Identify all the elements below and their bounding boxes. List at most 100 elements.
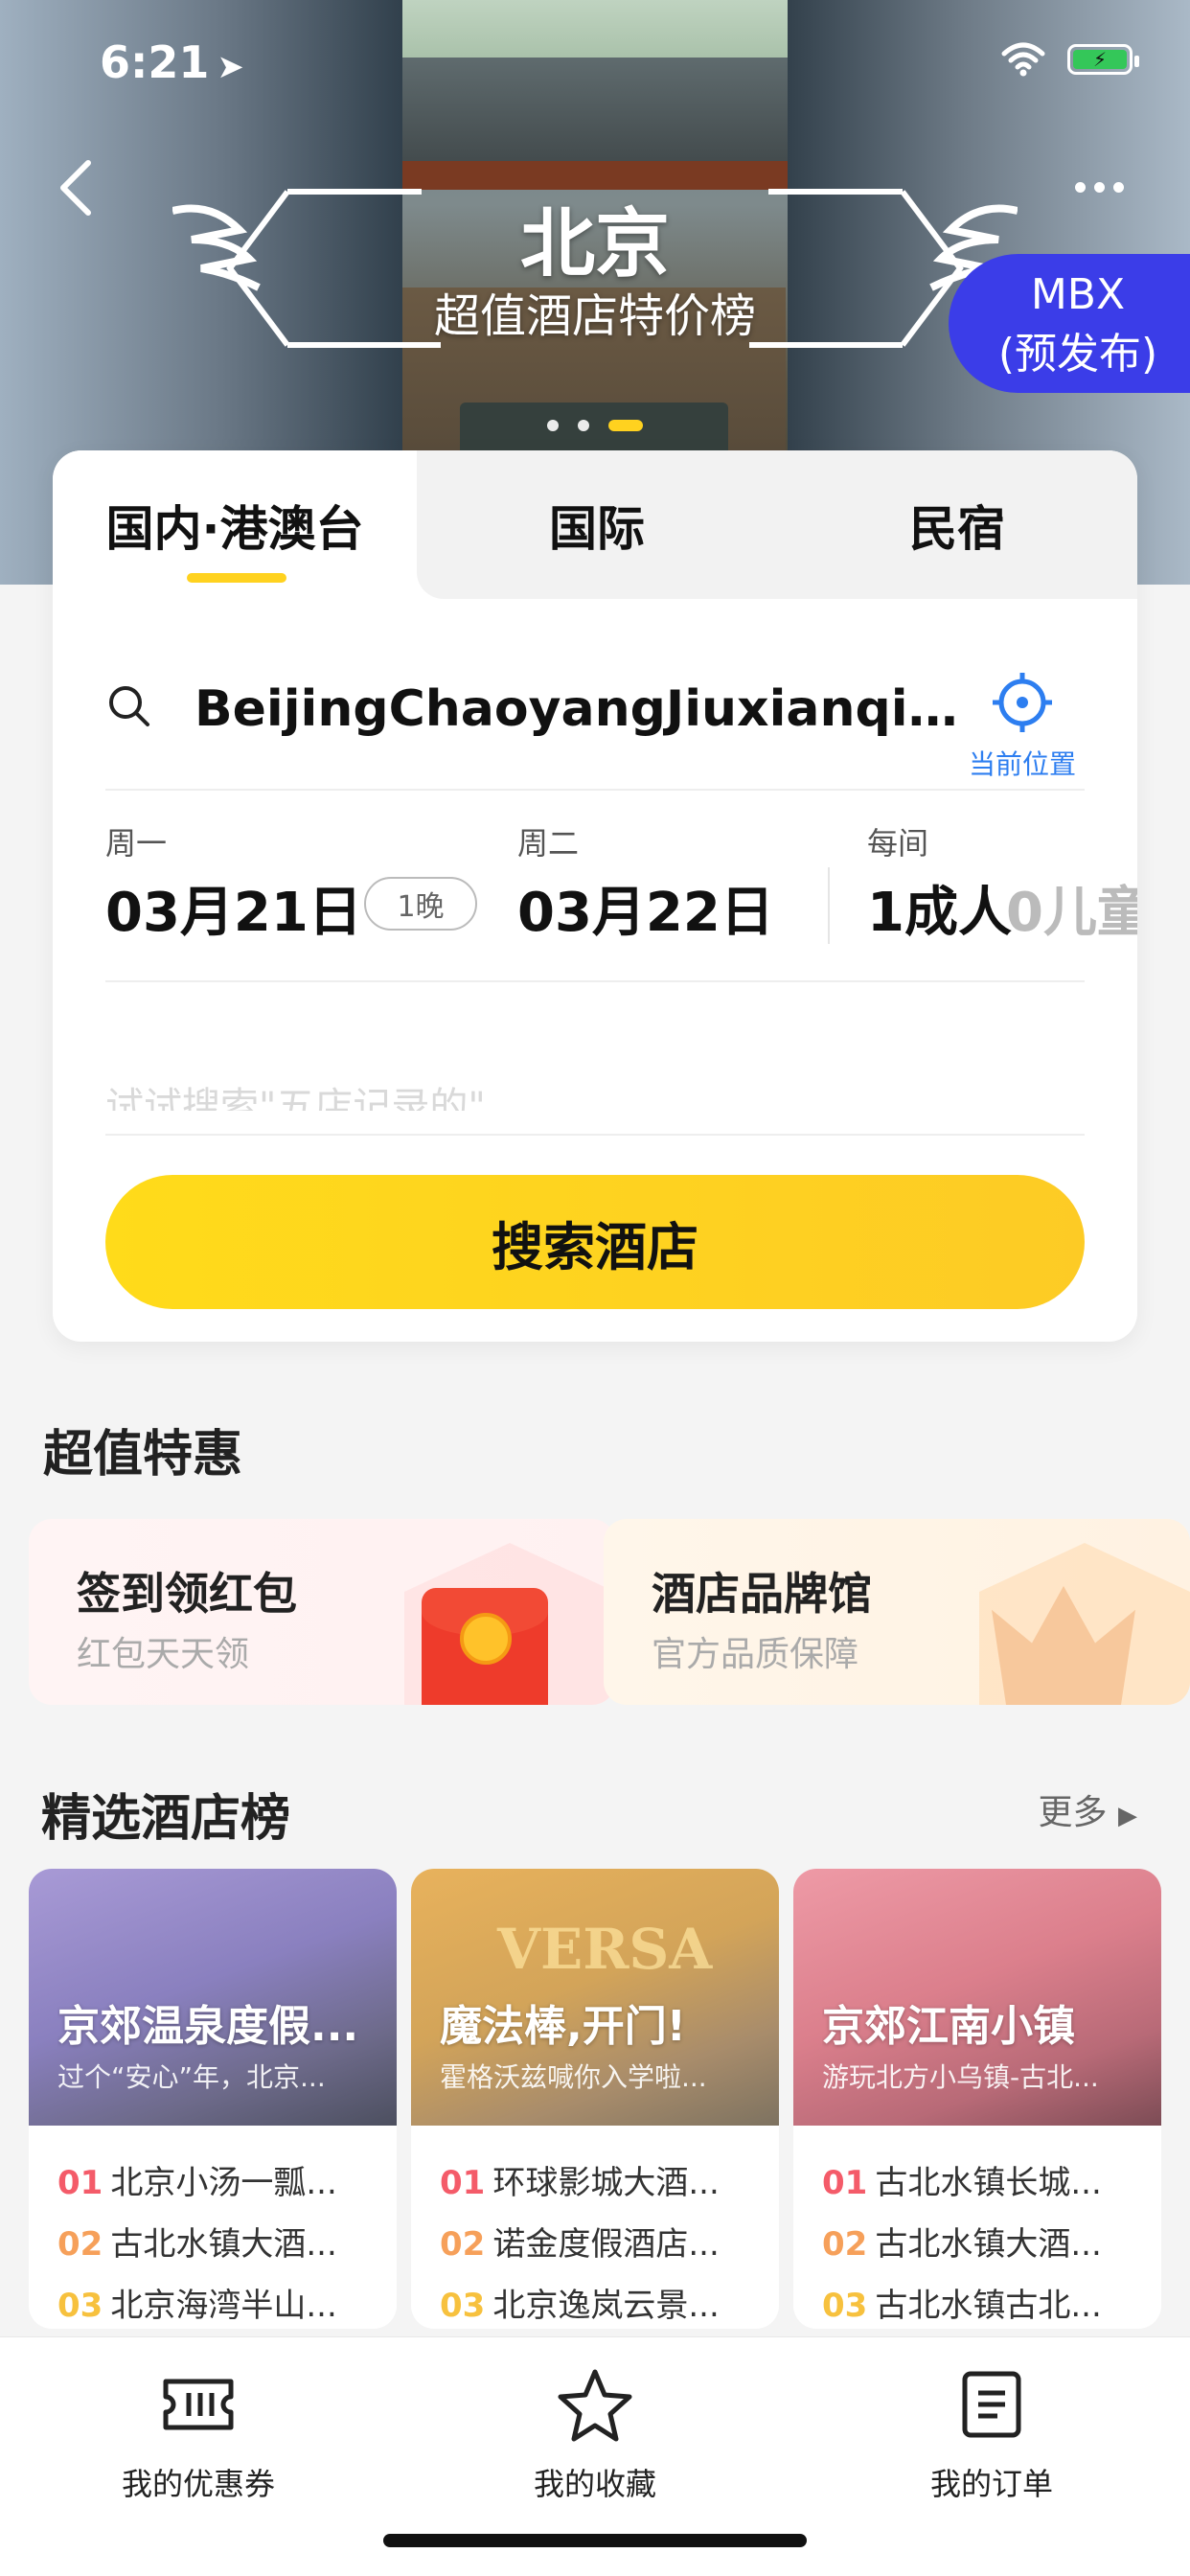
wifi-icon [1001,42,1045,77]
list-item[interactable]: 02 诺金度假酒店... [440,2218,756,2279]
triangle-right-icon: ▶ [1118,1802,1137,1830]
search-tabs: 国内·港澳台 国际 民宿 [53,450,1137,599]
bottom-label: 我的收藏 [533,2466,656,2502]
my-favorites-button[interactable]: 我的收藏 [451,2366,739,2504]
my-coupons-button[interactable]: 我的优惠券 [55,2366,342,2504]
keyword-row[interactable]: 试试搜索"五店记录的" [105,982,1085,1136]
more-label: 更多 [1038,1793,1108,1832]
rank-number: 03 [822,2287,868,2325]
hotel-name: 古北水镇大酒... [875,2225,1102,2264]
rank-number: 02 [57,2225,103,2264]
destination-row[interactable]: BeijingChaoyangJiuxianqiao... 当前位置 [105,652,1085,791]
list-item[interactable]: 02 古北水镇大酒... [57,2218,374,2279]
search-icon [109,686,149,726]
promo-title: 酒店品牌馆 [652,1568,872,1620]
ranking-card-subtitle: 霍格沃兹喊你入学啦... [440,2061,707,2093]
time-text: 6:21 [100,36,210,88]
universal-globe-text: VERSA [497,1917,713,1982]
rank-number: 01 [57,2164,103,2202]
tab-homestay[interactable]: 民宿 [777,450,1137,599]
children-count[interactable]: 0儿童 [1006,869,1137,947]
more-rankings-link[interactable]: 更多 ▶ [1039,1784,1137,1834]
rank-number: 02 [440,2225,486,2264]
list-item[interactable]: 01 环球影城大酒... [440,2156,756,2218]
per-room-label: 每间 [867,825,929,862]
deals-section-title: 超值特惠 [43,1426,243,1484]
hotel-name: 环球影城大酒... [492,2164,720,2202]
coupon-icon [163,2379,234,2430]
checkin-red-packet-card[interactable]: 签到领红包 红包天天领 [29,1519,615,1705]
rankings-section-title: 精选酒店榜 [41,1790,291,1848]
keyword-placeholder: 试试搜索"五店记录的" [105,1085,486,1111]
order-icon [962,2371,1021,2438]
ranking-card-hot-spring[interactable]: 京郊温泉度假... 过个“安心”年，北京... 01 北京小汤一瓢... 02 古北… [29,1869,397,2329]
bottom-label: 我的订单 [929,2466,1053,2502]
ranking-card-magic-wand[interactable]: VERSA 魔法棒,开门! 霍格沃兹喊你入学啦... 01 环球影城大酒... 0… [411,1869,779,2329]
rank-number: 02 [822,2225,868,2264]
carousel-dots [0,420,1190,431]
status-bar-icons: ⚡ [1000,42,1139,77]
ranking-card-subtitle: 过个“安心”年，北京... [57,2061,326,2093]
search-hotels-button[interactable]: 搜索酒店 [105,1175,1085,1309]
ranking-list: 01 环球影城大酒... 02 诺金度假酒店... 03 北京逸岚云景... [440,2156,756,2329]
ranking-card-title: 京郊温泉度假... [57,2002,359,2051]
environment-badge[interactable]: MBX (预发布) [949,254,1190,393]
hotel-name: 诺金度假酒店... [492,2225,720,2264]
locate-crosshair-icon [993,673,1052,732]
carousel-dot-active [608,420,643,431]
tab-international[interactable]: 国际 [417,450,777,599]
bottom-label: 我的优惠券 [121,2466,275,2502]
checkout-weekday: 周二 [517,825,580,862]
status-bar-time: 6:21 ➤ [100,36,244,88]
battery-charging-icon: ⚡ [1067,44,1139,75]
hotel-search-card: 国内·港澳台 国际 民宿 BeijingChaoyangJiuxianqiao.… [53,450,1137,1342]
hotel-name: 北京海湾半山... [110,2287,337,2325]
adults-count[interactable]: 1成人 [867,869,1012,947]
hotel-name: 古北水镇长城... [875,2164,1102,2202]
ranking-card-jiangnan-town[interactable]: 京郊江南小镇 游玩北方小乌镇-古北... 01 古北水镇长城... 02 古北水镇大… [793,1869,1161,2329]
rank-number: 03 [57,2287,103,2325]
hotel-name: 古北水镇大酒... [110,2225,337,2264]
current-location-label: 当前位置 [968,748,1076,780]
ranking-list: 01 北京小汤一瓢... 02 古北水镇大酒... 03 北京海湾半山... [57,2156,374,2329]
current-location-button[interactable]: 当前位置 [960,652,1085,791]
rank-number: 03 [440,2287,486,2325]
rank-number: 01 [822,2164,868,2202]
list-item[interactable]: 01 古北水镇长城... [822,2156,1138,2218]
star-icon [558,2369,632,2442]
list-item[interactable]: 01 北京小汤一瓢... [57,2156,374,2218]
list-item[interactable]: 02 古北水镇大酒... [822,2218,1138,2279]
rank-number: 01 [440,2164,486,2202]
hotel-name: 北京小汤一瓢... [110,2164,337,2202]
list-item[interactable]: 03 北京海湾半山... [57,2279,374,2329]
active-tab-indicator [187,573,286,583]
divider [828,867,830,944]
date-guest-row: 周一 03月21日 1晚 周二 03月22日 每间 1成人 0儿童 [105,791,1137,982]
promo-subtitle: 红包天天领 [77,1635,250,1674]
promo-title: 签到领红包 [77,1568,297,1620]
my-orders-button[interactable]: 我的订单 [848,2366,1135,2504]
hotel-name: 北京逸岚云景... [492,2287,720,2325]
checkin-weekday: 周一 [105,825,168,862]
home-indicator [383,2534,807,2547]
location-arrow-icon: ➤ [217,48,244,86]
back-arrow-icon[interactable] [48,153,105,220]
carousel-dot [547,420,559,431]
badge-line2: (预发布) [997,330,1158,379]
badge-line1: MBX [1030,270,1126,319]
list-item[interactable]: 03 北京逸岚云景... [440,2279,756,2329]
promo-subtitle: 官方品质保障 [652,1635,859,1674]
ranking-card-title: 魔法棒,开门! [440,2002,686,2051]
hotel-name: 古北水镇古北... [875,2287,1102,2325]
list-item[interactable]: 03 古北水镇古北... [822,2279,1138,2329]
ranking-card-title: 京郊江南小镇 [822,2002,1075,2051]
red-envelope-icon [422,1588,548,1705]
destination-input[interactable]: BeijingChaoyangJiuxianqiao... [195,680,961,738]
ranking-list: 01 古北水镇长城... 02 古北水镇大酒... 03 古北水镇古北... [822,2156,1138,2329]
more-options-icon[interactable] [1075,168,1142,206]
nights-badge: 1晚 [364,877,477,931]
checkout-date[interactable]: 03月22日 [517,869,774,947]
ranking-card-subtitle: 游玩北方小乌镇-古北... [822,2061,1099,2093]
checkin-date[interactable]: 03月21日 [105,869,362,947]
hotel-brand-hall-card[interactable]: 酒店品牌馆 官方品质保障 [604,1519,1190,1705]
